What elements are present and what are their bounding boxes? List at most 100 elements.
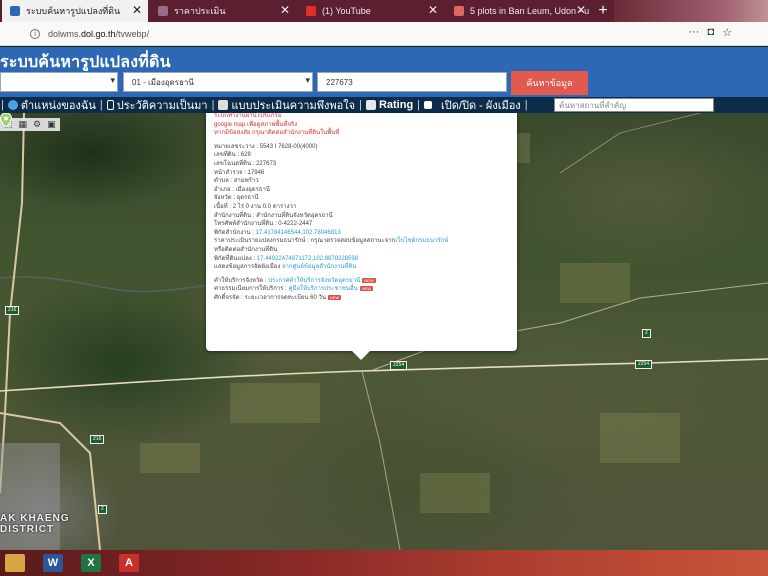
parcel-coordinate-row: พิกัดที่ดินแปลง : 17.44922474871172,102.…: [214, 255, 517, 264]
chevron-down-icon: ▾: [305, 75, 310, 85]
road-shield: 216: [5, 306, 20, 315]
tab-title: 5 plots in Ban Leum, Udon - u: [470, 6, 590, 16]
town-plan-link[interactable]: จากศูนย์ข้อมูลสำนักงานที่ดิน: [282, 264, 356, 270]
highway-road: [0, 113, 25, 494]
grid-tool-icon[interactable]: ▦: [19, 119, 28, 130]
dol-favicon-icon: [10, 6, 20, 16]
word-icon: W: [43, 554, 63, 572]
service-link[interactable]: ประกาศคำให้บริการจังหวัดอุดรธานี: [268, 278, 360, 284]
road-shield: 2: [98, 505, 107, 514]
province-select[interactable]: ▾: [0, 72, 118, 92]
parcel-field: โทรศัพท์สำนักงานที่ดิน : 0-4222-2447: [214, 221, 313, 228]
parcel-field: จังหวัด : อุดรธานี: [214, 195, 259, 202]
youtube-icon: [306, 6, 316, 16]
pdf-icon: A: [119, 554, 139, 572]
tab-youtube[interactable]: (1) YouTube ✕: [298, 0, 444, 22]
road-shield: 2254: [635, 360, 653, 369]
new-badge: NEW: [327, 294, 342, 300]
service-link[interactable]: คู่มือให้บริการประชาชนอื่น: [288, 286, 357, 292]
taskbar-pdf[interactable]: A: [114, 551, 144, 575]
tab-plots[interactable]: 5 plots in Ban Leum, Udon - u ✕: [446, 0, 592, 22]
local-road: [559, 113, 701, 174]
menu-history[interactable]: ประวัติความเป็นมา: [104, 96, 211, 114]
district-select-value: 01 - เมืองอุดรธานี: [132, 77, 194, 87]
road-shield: 2254: [390, 361, 408, 370]
windows-explorer-icon: [5, 554, 25, 572]
parcel-field: ตำบล : สามพร้าว: [214, 178, 259, 185]
service-label: ค่าธรรมเนียมการให้บริการ :: [214, 286, 289, 293]
town-plan-label: แสดงข้อมูลการจัดผังเมือง: [214, 264, 282, 271]
map-layers-icon[interactable]: ▣: [47, 119, 56, 130]
site-header: ระบบค้นหารูปแปลงที่ดิน: [0, 47, 768, 71]
windows-taskbar: W X A: [0, 550, 768, 576]
tab-dol-search[interactable]: ระบบค้นหารูปแปลงที่ดิน ✕: [2, 0, 148, 22]
tab-title: (1) YouTube: [322, 6, 371, 16]
info-icon[interactable]: i: [30, 29, 40, 39]
appraisal-tail: หรือติดต่อสำนักงานที่ดิน: [214, 246, 278, 253]
provincial-road: [361, 370, 401, 550]
pocket-icon[interactable]: ◘: [707, 26, 714, 39]
chart-icon: [365, 100, 376, 110]
new-badge: NEW: [362, 277, 376, 283]
service-link[interactable]: ระยะเวลาการจดทะเบียน 60 วัน: [245, 295, 326, 301]
close-icon[interactable]: ✕: [280, 3, 290, 17]
place-search-input[interactable]: ค้นหาสถานที่สำคัญ: [554, 98, 714, 112]
taskbar-explorer[interactable]: [0, 551, 30, 575]
provincial-road: [0, 358, 768, 392]
menu-label: Rating: [378, 99, 414, 111]
page-favicon-icon: [158, 6, 168, 16]
service-label: คำให้บริการจังหวัด :: [214, 277, 269, 284]
close-icon[interactable]: ✕: [428, 3, 438, 17]
close-icon[interactable]: ✕: [132, 3, 142, 17]
popup-note: ระบบทำงานผ่านโปรแกรม: [214, 113, 282, 119]
menu-my-location[interactable]: ตำแหน่งของฉัน: [5, 96, 99, 114]
search-button[interactable]: ค้นหาข้อมูล: [511, 71, 588, 95]
settings-icon[interactable]: ⚙: [33, 119, 41, 130]
chevron-down-icon: ▾: [110, 75, 115, 85]
district-map-label: AK KHAENG DISTRICT: [0, 513, 70, 535]
address-bar[interactable]: i dolwms. dol.go.th /tvwebp/: [30, 25, 670, 43]
service-label: ศักดิ์จรจัด :: [214, 294, 245, 301]
parcel-info-popup: ระบบทำงานผ่านโปรแกรม google map เพื่อดูส…: [206, 113, 517, 360]
history-icon: [106, 100, 114, 110]
new-badge: NEW: [359, 286, 374, 292]
globe-icon: [7, 100, 18, 110]
menu-rating[interactable]: Rating: [363, 99, 416, 111]
menu-separator: |: [524, 99, 528, 111]
browser-tab-strip: ระบบค้นหารูปแปลงที่ดิน ✕ ราคาประเมิน ✕ (…: [0, 0, 768, 22]
taskbar-excel[interactable]: X: [76, 551, 106, 575]
parcel-coordinate-label: พิกัดที่ดินแปลง :: [214, 255, 257, 262]
menu-label: ประวัติความเป็นมา: [116, 100, 208, 112]
parcel-number-input[interactable]: 227673: [317, 72, 507, 92]
popup-note: google map เพื่อดูสภาพพื้นที่จริง: [214, 121, 298, 128]
tab-appraisal[interactable]: ราคาประเมิน ✕: [150, 0, 296, 22]
parcel-field: หมายเลขระวาง : 5543 I 7628-00(4000): [214, 143, 318, 150]
town-plan-row: แสดงข้อมูลการจัดผังเมือง จากศูนย์ข้อมูลส…: [214, 263, 517, 272]
page-actions-menu-icon[interactable]: ···: [688, 26, 699, 39]
menu-label: ตำแหน่งของฉัน: [20, 100, 96, 112]
parcel-field: หน้าสำรวจ : 17946: [214, 169, 265, 176]
new-tab-button[interactable]: +: [592, 0, 614, 22]
taskbar-word[interactable]: W: [38, 551, 68, 575]
close-icon[interactable]: ✕: [576, 3, 586, 17]
office-coordinate-link[interactable]: 17.41784146544,102.78046813: [256, 230, 341, 236]
url-path: /tvwebp/: [115, 29, 150, 39]
parcel-field: เนื้อที่ : 2 ไร่ 0 งาน 0.0 ตารางวา: [214, 203, 297, 210]
district-select[interactable]: 01 - เมืองอุดรธานี ▾: [123, 72, 313, 92]
page-favicon-icon: [454, 6, 464, 16]
parcel-location-marker[interactable]: [0, 113, 12, 127]
district-label-line: DISTRICT: [0, 524, 55, 535]
parcel-coordinate-link[interactable]: 17.44922474871172,102.8878228598: [257, 256, 358, 262]
navbar-actions: ··· ◘ ☆: [688, 26, 732, 39]
service-row: ค่าธรรมเนียมการให้บริการ : คู่มือให้บริก…: [214, 285, 517, 294]
appraisal-row: ราคาประเมินรายแปลงกรมธนารักษ์ : กรุณาตรว…: [214, 237, 517, 246]
parcel-number-value: 227673: [326, 77, 353, 87]
treasury-website-link[interactable]: เว็บไซต์กรมธนารักษ์: [395, 238, 448, 244]
parcel-field: สำนักงานที่ดิน : สำนักงานที่ดินจังหวัดอุ…: [214, 212, 333, 219]
river: [0, 276, 231, 293]
excel-icon: X: [81, 554, 101, 572]
bookmark-star-icon[interactable]: ☆: [722, 26, 732, 39]
appraisal-label: ราคาประเมินรายแปลงกรมธนารักษ์ : กรุณาตรว…: [214, 238, 396, 245]
service-row: คำให้บริการจังหวัด : ประกาศคำให้บริการจั…: [214, 277, 517, 286]
url-domain: dol.go.th: [81, 29, 116, 39]
